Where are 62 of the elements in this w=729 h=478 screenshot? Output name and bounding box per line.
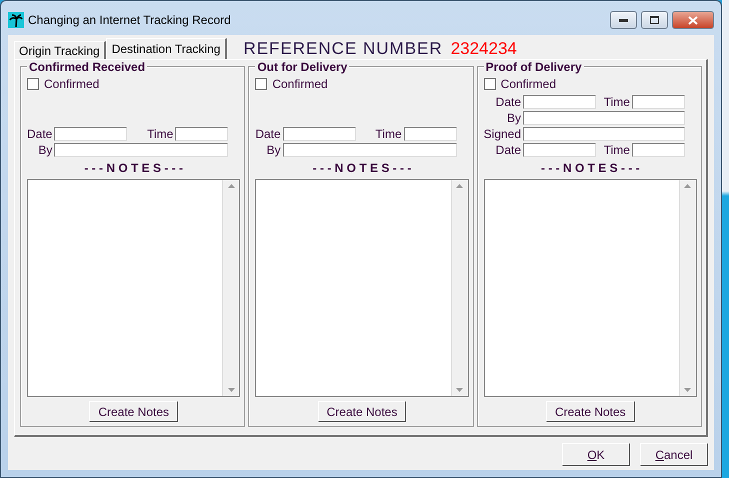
close-button[interactable] <box>672 11 714 29</box>
create-notes-button[interactable]: Create Notes <box>89 401 178 422</box>
input-field[interactable] <box>404 127 457 141</box>
field-label: Time <box>375 127 403 141</box>
scroll-down-icon[interactable] <box>684 388 692 392</box>
minimize-icon <box>619 18 628 22</box>
create-notes-button[interactable]: Create Notes <box>318 401 406 422</box>
checkbox[interactable] <box>255 78 268 90</box>
input-field[interactable] <box>282 143 457 157</box>
checkbox-label: Confirmed <box>272 77 328 91</box>
field-label: Date <box>496 143 522 157</box>
tab[interactable]: Destination Tracking <box>106 38 228 59</box>
input-field[interactable] <box>523 111 685 125</box>
input-field[interactable] <box>175 127 228 141</box>
scroll-up-icon[interactable] <box>684 184 692 188</box>
scroll-down-icon[interactable] <box>228 388 235 392</box>
close-icon <box>688 16 698 24</box>
palm-tree-icon <box>8 12 24 28</box>
input-field[interactable] <box>523 143 596 157</box>
checkbox[interactable] <box>484 78 496 90</box>
input-field[interactable] <box>632 143 685 157</box>
dialog-button[interactable]: Cancel <box>640 443 708 466</box>
minimize-button[interactable] <box>610 11 637 29</box>
scrollbar[interactable] <box>678 180 696 396</box>
create-notes-button[interactable]: Create Notes <box>546 401 635 422</box>
input-field[interactable] <box>54 143 228 157</box>
dialog-button[interactable]: OK <box>562 443 630 466</box>
field-label: Signed <box>484 127 522 141</box>
field-label: Date <box>496 95 522 109</box>
notes-heading: - - - N O T E S - - - <box>540 161 640 175</box>
panel-title: Out for Delivery <box>255 60 350 74</box>
scroll-up-icon[interactable] <box>456 184 464 188</box>
input-field[interactable] <box>282 127 356 141</box>
input-field[interactable] <box>523 95 596 109</box>
field-label: Time <box>604 95 631 109</box>
input-field[interactable] <box>632 95 685 109</box>
input-field[interactable] <box>54 127 128 141</box>
scrollbar[interactable] <box>222 180 240 396</box>
field-label: By <box>38 143 54 157</box>
notes-heading: - - - N O T E S - - - <box>84 161 183 175</box>
maximize-button[interactable] <box>641 11 668 29</box>
window-title: Changing an Internet Tracking Record <box>28 13 232 27</box>
field-label: Date <box>255 127 282 141</box>
checkbox-label: Confirmed <box>500 77 556 91</box>
scroll-up-icon[interactable] <box>228 184 235 188</box>
reference-label: REFERENCE NUMBER <box>243 38 443 58</box>
field-label: By <box>507 111 522 125</box>
panel-title: Proof of Delivery <box>484 60 584 74</box>
tab[interactable]: Origin Tracking <box>14 41 106 59</box>
field-label: Time <box>147 127 174 141</box>
field-label: Time <box>604 143 631 157</box>
maximize-icon <box>650 16 659 24</box>
field-label: By <box>266 143 282 157</box>
notes-heading: - - - N O T E S - - - <box>312 161 412 175</box>
field-label: Date <box>27 127 54 141</box>
checkbox-label: Confirmed <box>44 77 100 91</box>
scrollbar[interactable] <box>450 180 468 396</box>
input-field[interactable] <box>523 127 685 141</box>
checkbox[interactable] <box>27 78 39 90</box>
scroll-down-icon[interactable] <box>456 388 464 392</box>
panel-title: Confirmed Received <box>27 60 148 74</box>
reference-number: 2324234 <box>450 38 517 58</box>
